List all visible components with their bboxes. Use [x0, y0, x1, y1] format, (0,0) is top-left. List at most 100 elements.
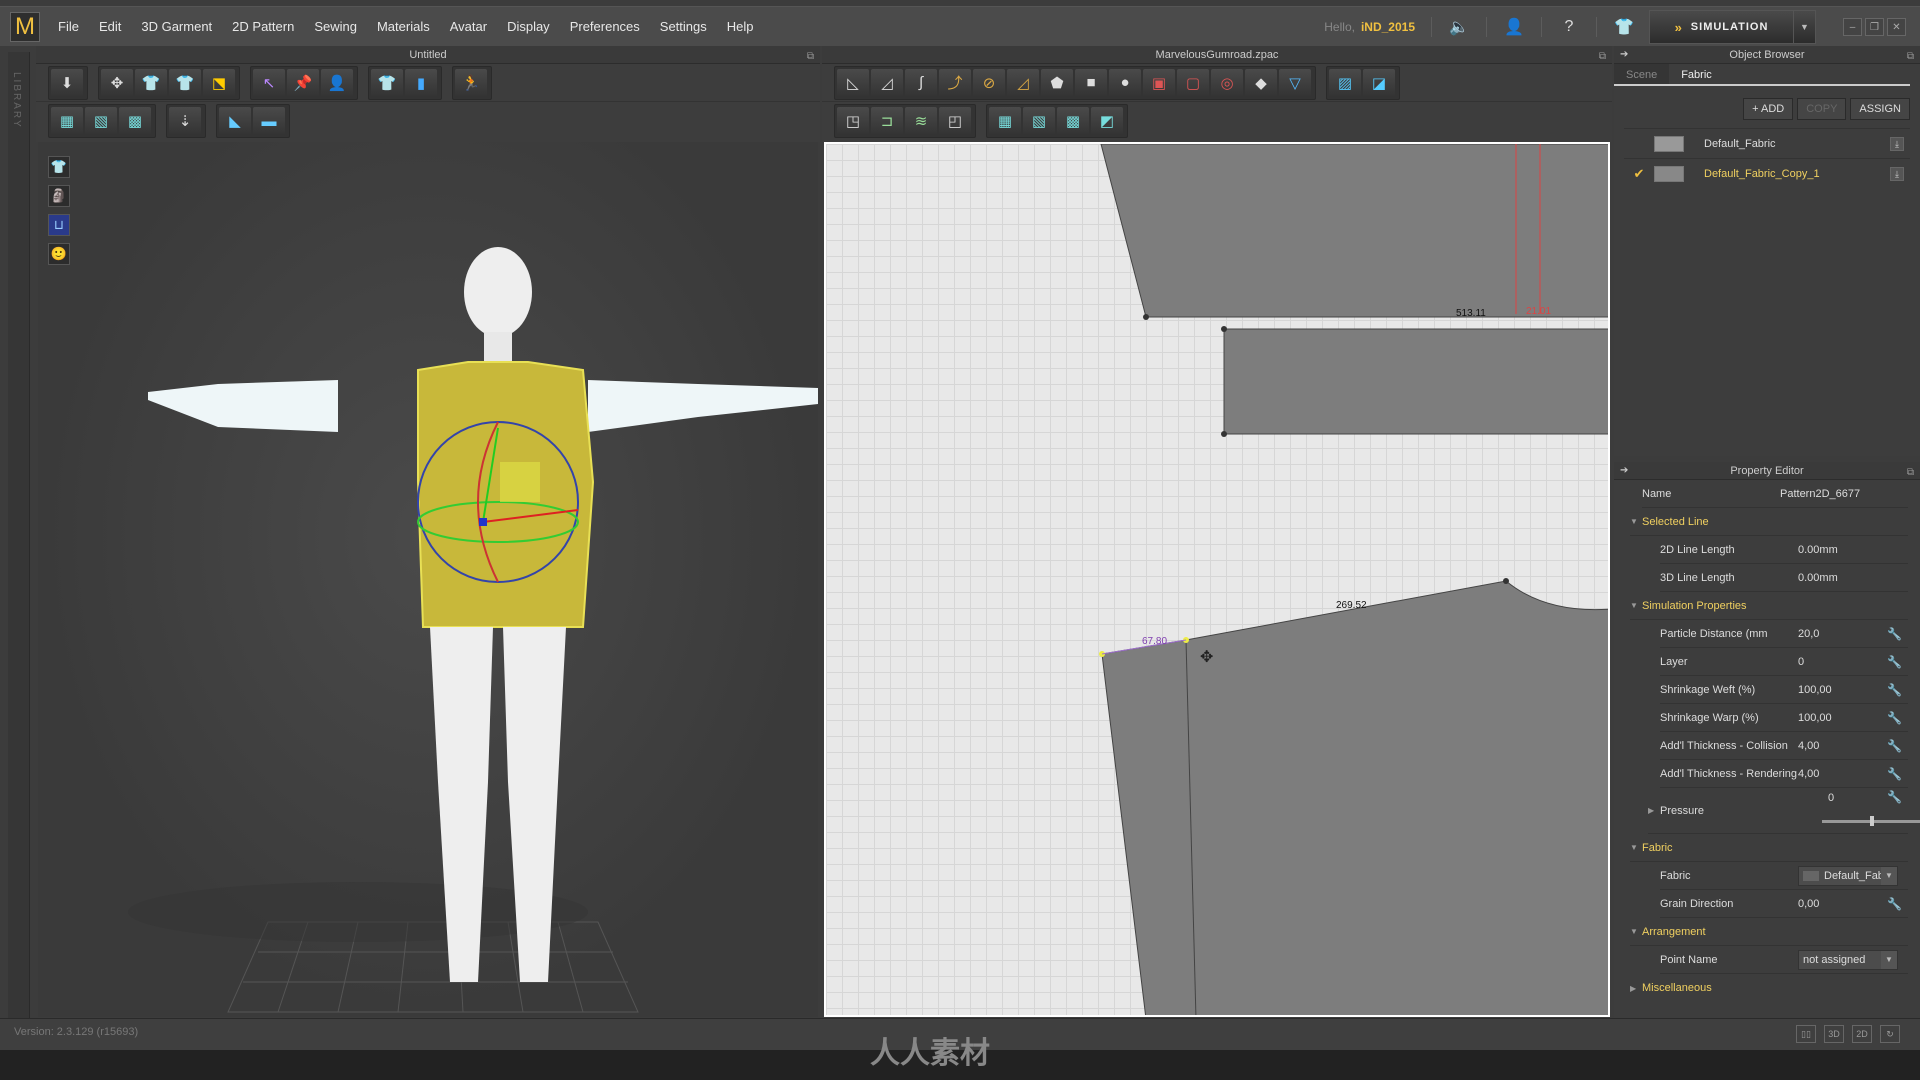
- circle-icon[interactable]: ●: [1109, 68, 1141, 97]
- internal-circle-icon[interactable]: ◎: [1211, 68, 1243, 97]
- avatar-icon[interactable]: 🗿: [48, 185, 70, 207]
- slider-handle[interactable]: [1870, 816, 1874, 826]
- texture-grid-row2-icon[interactable]: ▩: [1057, 107, 1089, 135]
- select-mesh-pink-icon[interactable]: 👕: [169, 68, 201, 97]
- property-value[interactable]: 100,00: [1798, 684, 1832, 696]
- property-value[interactable]: 0: [1828, 792, 1834, 804]
- library-strip[interactable]: LIBRARY: [8, 52, 30, 1032]
- select-texture-2d-icon[interactable]: ▨: [1329, 68, 1361, 97]
- property-value[interactable]: 0: [1798, 656, 1804, 668]
- chevron-down-icon[interactable]: ▼: [1881, 950, 1897, 969]
- fabric-list-item[interactable]: ✔ Default_Fabric_Copy_1 ⤓: [1624, 158, 1910, 188]
- property-value[interactable]: 20,0: [1798, 628, 1819, 640]
- menu-2d-pattern[interactable]: 2D Pattern: [232, 19, 294, 34]
- wrench-icon[interactable]: 🔧: [1887, 739, 1902, 753]
- section-fabric[interactable]: ▼ Fabric: [1630, 834, 1908, 862]
- fold-tool-icon[interactable]: ⇣: [169, 107, 201, 135]
- property-value[interactable]: Pattern2D_6677: [1780, 488, 1860, 500]
- select-mesh-green-icon[interactable]: 👕: [135, 68, 167, 97]
- view-2d-button[interactable]: 2D: [1852, 1025, 1872, 1043]
- chevron-down-icon[interactable]: ▼: [1881, 866, 1897, 885]
- show-garment-icon[interactable]: 👕: [371, 68, 403, 97]
- menu-preferences[interactable]: Preferences: [570, 19, 640, 34]
- assign-button[interactable]: ASSIGN: [1850, 98, 1910, 120]
- viewport-3d[interactable]: 👕 🗿 ⊔ 🙂: [38, 142, 818, 1017]
- property-value[interactable]: 0.00mm: [1798, 572, 1838, 584]
- add-garment-icon[interactable]: 👕: [1613, 17, 1635, 37]
- segment-sewing-icon[interactable]: ⊐: [871, 107, 903, 135]
- menu-file[interactable]: File: [58, 19, 79, 34]
- texture-grid-icon[interactable]: ▩: [119, 107, 151, 135]
- wrench-icon[interactable]: 🔧: [1887, 897, 1902, 911]
- property-value[interactable]: 0,00: [1798, 898, 1819, 910]
- sewing-visibility-icon[interactable]: ◰: [939, 107, 971, 135]
- menu-sewing[interactable]: Sewing: [314, 19, 357, 34]
- show-garment-alt-icon[interactable]: ▮: [405, 68, 437, 97]
- menu-edit[interactable]: Edit: [99, 19, 121, 34]
- internal-polygon-icon[interactable]: ▣: [1143, 68, 1175, 97]
- menu-help[interactable]: Help: [727, 19, 754, 34]
- help-icon[interactable]: ?: [1558, 18, 1580, 36]
- viewport-2d[interactable]: 513.11 21.01 269.52 67.80 ✥: [824, 142, 1610, 1017]
- dart-icon[interactable]: ◆: [1245, 68, 1277, 97]
- edit-sewing-icon[interactable]: ◳: [837, 107, 869, 135]
- pin-box-icon[interactable]: 📌: [287, 68, 319, 97]
- simulation-button[interactable]: » SIMULATION: [1649, 10, 1794, 44]
- menu-materials[interactable]: Materials: [377, 19, 430, 34]
- select-move-icon[interactable]: ✥: [101, 68, 133, 97]
- select-texture-icon[interactable]: ▦: [51, 107, 83, 135]
- minimize-button[interactable]: –: [1843, 18, 1862, 36]
- expand-triangle-icon[interactable]: ▶: [1648, 806, 1660, 815]
- refresh-icon[interactable]: ↻: [1880, 1025, 1900, 1043]
- menu-settings[interactable]: Settings: [660, 19, 707, 34]
- collapse-arrow-icon[interactable]: ➔: [1620, 46, 1628, 64]
- restore-button[interactable]: ❐: [1865, 18, 1884, 36]
- pin-select-icon[interactable]: ↖: [253, 68, 285, 97]
- wrench-icon[interactable]: 🔧: [1887, 767, 1902, 781]
- garment-icon[interactable]: 👕: [48, 156, 70, 178]
- wrench-icon[interactable]: 🔧: [1887, 683, 1902, 697]
- simulate-run-icon[interactable]: 🏃: [455, 68, 487, 97]
- split-view-button[interactable]: ▯▯: [1796, 1025, 1816, 1043]
- texture-eye-icon[interactable]: ◩: [1091, 107, 1123, 135]
- select-trim-icon[interactable]: ◣: [219, 107, 251, 135]
- select-texture-row2-icon[interactable]: ▦: [989, 107, 1021, 135]
- fabric-dropdown[interactable]: Default_Fab ▼: [1798, 865, 1898, 886]
- arrow-down-icon[interactable]: ⬇: [51, 68, 83, 97]
- section-miscellaneous[interactable]: ▶ Miscellaneous: [1630, 974, 1908, 1002]
- user-icon[interactable]: 👤: [1503, 17, 1525, 37]
- download-icon[interactable]: ⤓: [1890, 136, 1904, 151]
- point-name-dropdown[interactable]: not assigned ▼: [1798, 949, 1898, 970]
- speaker-icon[interactable]: 🔈: [1448, 17, 1470, 37]
- popout-icon[interactable]: ⧉: [807, 48, 814, 66]
- simulation-dropdown[interactable]: ▼: [1794, 10, 1816, 44]
- section-selected-line[interactable]: ▼ Selected Line: [1630, 508, 1908, 536]
- edit-point-icon[interactable]: ◿: [1007, 68, 1039, 97]
- property-value[interactable]: 100,00: [1798, 712, 1832, 724]
- menu-avatar[interactable]: Avatar: [450, 19, 487, 34]
- tab-fabric[interactable]: Fabric: [1669, 64, 1724, 84]
- pin-avatar-icon[interactable]: 👤: [321, 68, 353, 97]
- face-icon[interactable]: 🙂: [48, 243, 70, 265]
- copy-button[interactable]: COPY: [1797, 98, 1847, 120]
- curve-point-icon[interactable]: ⤴: [939, 68, 971, 97]
- edit-pattern-icon[interactable]: ◺: [837, 68, 869, 97]
- fold-arrangement-icon[interactable]: ⬔: [203, 68, 235, 97]
- fabric-list-item[interactable]: Default_Fabric ⤓: [1624, 128, 1910, 158]
- tab-scene[interactable]: Scene: [1614, 64, 1670, 84]
- wrench-icon[interactable]: 🔧: [1887, 711, 1902, 725]
- section-simulation-properties[interactable]: ▼ Simulation Properties: [1630, 592, 1908, 620]
- wrench-icon[interactable]: 🔧: [1887, 655, 1902, 669]
- transform-pattern-icon[interactable]: ◿: [871, 68, 903, 97]
- username[interactable]: iND_2015: [1361, 20, 1415, 34]
- edit-curve-icon[interactable]: ∫: [905, 68, 937, 97]
- wrench-icon[interactable]: 🔧: [1887, 790, 1902, 804]
- internal-rectangle-icon[interactable]: ▢: [1177, 68, 1209, 97]
- add-button[interactable]: + ADD: [1743, 98, 1794, 120]
- close-button[interactable]: ✕: [1887, 18, 1906, 36]
- pressure-slider[interactable]: [1822, 816, 1920, 826]
- menu-3d-garment[interactable]: 3D Garment: [141, 19, 212, 34]
- download-icon[interactable]: ⤓: [1890, 166, 1904, 181]
- arrangement-icon[interactable]: ⊔: [48, 214, 70, 236]
- edit-texture-row2-icon[interactable]: ▧: [1023, 107, 1055, 135]
